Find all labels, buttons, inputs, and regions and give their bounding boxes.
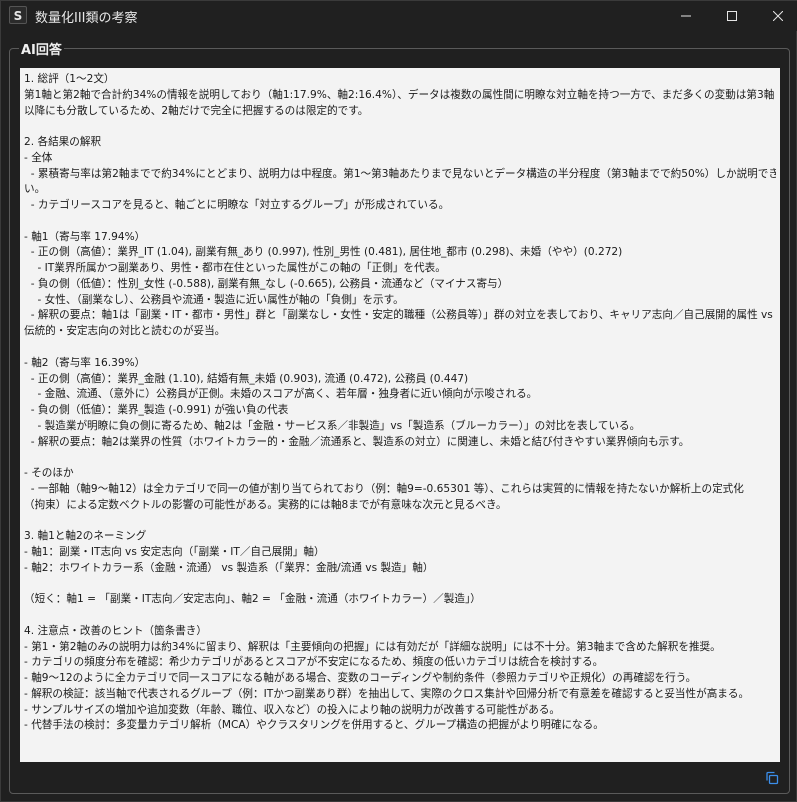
answer-line [24,608,776,624]
answer-line: （拘束）による定数ベクトルの影響の可能性がある。実務的には軸8までが有意味な次元… [24,498,507,511]
app-icon: S [9,6,27,24]
answer-line: - 正の側（高値）：業界_IT (1.04), 副業有無_あり (0.997),… [24,246,623,259]
maximize-icon [727,11,737,21]
close-icon [773,11,783,21]
answer-line: 3. 軸1と軸2のネーミング [24,530,147,543]
answer-line: - 一部軸（軸9〜軸12）は全カテゴリで同一の値が割り当てられており（例：軸9=… [24,482,744,495]
answer-line: 伝統的・安定志向の対比と読むのが妥当。 [24,325,226,338]
copy-button[interactable] [764,770,780,786]
answer-line: - 金融、流通、（意外に）公務員が正側。未婚のスコアが高く、若年層・独身者に近い… [24,388,538,401]
title-bar[interactable]: S 数量化III類の考察 [1,1,797,31]
answer-line [24,577,776,593]
answer-line: - 負の側（低値）：業界_製造 (-0.991) が強い負の代表 [24,404,289,417]
answer-line: - 累積寄与率は第2軸までで約34%にとどまり、説明力は中程度。第1〜第3軸あた… [24,167,776,180]
window-title: 数量化III類の考察 [35,11,138,26]
answer-line: - サンプルサイズの増加や追加変数（年齢、職位、収入など）の投入により軸の説明力… [24,703,561,716]
maximize-button[interactable] [709,1,755,31]
minimize-button[interactable] [663,1,709,31]
answer-text-area[interactable]: 1. 総評（1〜2文） 第1軸と第2軸で合計約34%の情報を説明しており（軸1:1… [20,68,780,762]
answer-line: - そのほか [24,467,74,480]
answer-line: い。 [24,183,46,196]
group-title: AI回答 [19,39,64,58]
answer-line: - 軸2：ホワイトカラー系（金融・流通） vs 製造系（「業界：金融/流通 vs… [24,561,434,574]
answer-line: - 全体 [24,151,53,164]
copy-icon [766,771,779,785]
answer-line [24,214,776,230]
answer-line: - 解釈の検証：該当軸で代表されるグループ（例：ITかつ副業あり群）を抽出して、… [24,687,750,700]
answer-line: - 軸2（寄与率 16.39%） [24,356,146,369]
answer-line: - 軸1（寄与率 17.94%） [24,230,146,243]
answer-line: - 負の側（低値）：性別_女性 (-0.588), 副業有無_なし (-0.66… [24,277,509,290]
answer-line: 1. 総評（1〜2文） [24,73,115,85]
answer-line: - 解釈の要点：軸1は「副業・IT・都市・男性」群と「副業なし・女性・安定的職種… [24,309,773,322]
answer-line: 第1軸と第2軸で合計約34%の情報を説明しており（軸1:17.9%、軸2:16.… [24,88,775,101]
answer-line: - カテゴリースコアを見ると、軸ごとに明瞭な「対立するグループ」が形成されている… [24,199,450,212]
minimize-icon [681,15,691,17]
answer-line: - 正の側（高値）：業界_金融 (1.10), 結婚有無_未婚 (0.903),… [24,372,469,385]
answer-line: 2. 各結果の解釈 [24,136,102,149]
answer-line: 4. 注意点・改善のヒント（箇条書き） [24,624,207,637]
answer-line: - 製造業が明瞭に負の側に寄るため、軸2は「金融・サービス系／非製造」vs「製造… [24,419,641,432]
answer-line: 以降にも分散しているため、2軸だけで完全に把握するのは限定的です。 [24,104,369,117]
answer-line: - 第1・第2軸のみの説明力は約34%に留まり、解釈は「主要傾向の把握」には有効… [24,640,721,653]
answer-line: - IT業界所属かつ副業あり、男性・都市在住といった属性がこの軸の「正側」を代表… [24,262,446,275]
answer-line: - 代替手法の検討：多変量カテゴリ解析（MCA）やクラスタリングを併用すると、グ… [24,719,604,732]
answer-line: - 軸9〜12のように全カテゴリで同一スコアになる軸がある場合、変数のコーディン… [24,672,697,685]
answer-line: - 女性、（副業なし）、公務員や流通・製造に近い属性が軸の「負側」を示す。 [24,293,404,306]
answer-line [24,450,776,466]
answer-line [24,119,776,135]
answer-line: - カテゴリの頻度分布を確認：希少カテゴリがあるとスコアが不安定になるため、頻度… [24,656,604,669]
answer-line [24,340,776,356]
app-window: S 数量化III類の考察 AI回答 1. 総評（1〜2文） 第1軸と第2軸で合計約… [0,0,797,802]
answer-line: - 軸1：副業・IT志向 vs 安定志向（「副業・IT／自己展開」軸） [24,545,325,558]
answer-line: （短く：軸1 = 「副業・IT志向／安定志向」、軸2 = 「金融・流通（ホワイト… [24,593,481,606]
answer-line [24,513,776,529]
close-button[interactable] [755,1,797,31]
answer-line: - 解釈の要点：軸2は業界の性質（ホワイトカラー的・金融／流通系と、製造系の対立… [24,435,690,448]
